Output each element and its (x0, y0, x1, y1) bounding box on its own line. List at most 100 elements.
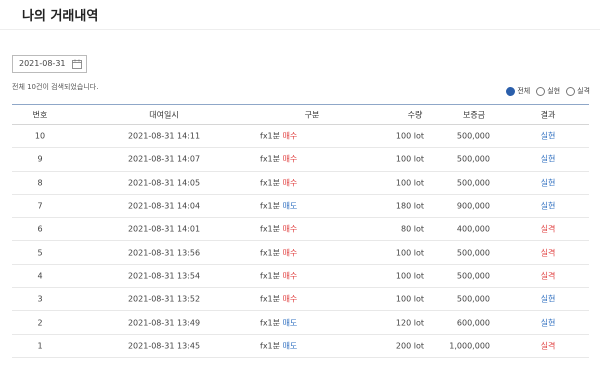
cell-no: 9 (37, 154, 43, 164)
cell-type: fx1분 매도 (260, 340, 297, 351)
filter-option[interactable]: 전체 (506, 86, 530, 96)
cell-margin: 500,000 (456, 154, 490, 164)
cell-qty: 100 lot (395, 271, 424, 281)
cell-date: 2021-08-31 14:01 (127, 224, 201, 234)
cell-type: fx1분 매수 (260, 294, 297, 305)
header-result: 결과 (540, 110, 556, 119)
header-no: 번호 (32, 110, 48, 119)
cell-product: fx1분 (260, 294, 281, 304)
trade-table: 번호 대여일시 구분 수량 보증금 결과 10 2021-08-31 14:11 f… (12, 104, 589, 358)
cell-date: 2021-08-31 13:45 (127, 341, 201, 351)
cell-margin: 900,000 (456, 201, 490, 211)
filter-option[interactable]: 실현 (536, 86, 560, 96)
cell-qty: 180 lot (395, 201, 424, 211)
radio-button[interactable] (536, 86, 546, 96)
cell-side: 매수 (282, 154, 298, 164)
cell-date: 2021-08-31 14:07 (127, 154, 201, 164)
cell-type: fx1분 매도 (260, 317, 297, 328)
filter-option[interactable]: 실격 (566, 86, 590, 96)
date-picker-input[interactable]: 2021-08-31 (12, 55, 87, 73)
cell-qty: 100 lot (395, 294, 424, 304)
cell-result: 실현 (540, 294, 556, 304)
cell-side: 매수 (282, 294, 298, 304)
cell-date: 2021-08-31 14:04 (127, 201, 201, 211)
table-row: 7 2021-08-31 14:04 fx1분 매도 180 lot 900,000 실현 (12, 195, 589, 219)
cell-no: 2 (37, 318, 43, 328)
table-header-row: 번호 대여일시 구분 수량 보증금 결과 (12, 105, 589, 125)
table-row: 2 2021-08-31 13:49 fx1분 매도 120 lot 600,000 실현 (12, 311, 589, 335)
header-margin: 보증금 (462, 110, 486, 119)
cell-no: 4 (37, 271, 43, 281)
cell-product: fx1분 (260, 271, 281, 281)
cell-margin: 500,000 (456, 131, 490, 141)
title-divider (0, 29, 600, 30)
filter-label: 실격 (577, 87, 590, 95)
cell-result: 실현 (540, 131, 556, 141)
table-row: 4 2021-08-31 13:54 fx1분 매수 100 lot 500,000 실격 (12, 265, 589, 289)
cell-product: fx1분 (260, 248, 281, 258)
cell-result: 실격 (540, 271, 556, 281)
cell-no: 6 (37, 224, 43, 234)
cell-side: 매도 (282, 318, 298, 328)
cell-margin: 1,000,000 (449, 341, 490, 351)
cell-margin: 400,000 (456, 224, 490, 234)
cell-type: fx1분 매수 (260, 177, 297, 188)
cell-qty: 100 lot (395, 131, 424, 141)
cell-result: 실격 (540, 224, 556, 234)
table-row: 3 2021-08-31 13:52 fx1분 매수 100 lot 500,000 실현 (12, 288, 589, 312)
cell-qty: 120 lot (395, 318, 424, 328)
table-row: 5 2021-08-31 13:56 fx1분 매수 100 lot 500,000 실격 (12, 241, 589, 265)
cell-result: 실격 (540, 248, 556, 258)
cell-type: fx1분 매도 (260, 201, 297, 212)
cell-result: 실현 (540, 154, 556, 164)
cell-date: 2021-08-31 13:56 (127, 248, 201, 258)
cell-result: 실현 (540, 318, 556, 328)
radio-button[interactable] (506, 86, 516, 96)
cell-product: fx1분 (260, 318, 281, 328)
cell-margin: 500,000 (456, 271, 490, 281)
cell-margin: 500,000 (456, 294, 490, 304)
table-body: 10 2021-08-31 14:11 fx1분 매수 100 lot 500,000 실… (12, 125, 589, 358)
cell-product: fx1분 (260, 341, 281, 351)
cell-type: fx1분 매수 (260, 247, 297, 258)
filter-label: 실현 (547, 87, 561, 95)
cell-date: 2021-08-31 14:05 (127, 178, 201, 188)
date-value: 2021-08-31 (19, 59, 66, 68)
cell-side: 매수 (282, 131, 298, 141)
calendar-icon[interactable] (72, 59, 82, 69)
cell-qty: 100 lot (395, 178, 424, 188)
result-filter-group: 전체 실현 실격 (506, 86, 590, 96)
cell-margin: 500,000 (456, 178, 490, 188)
cell-margin: 600,000 (456, 318, 490, 328)
cell-date: 2021-08-31 13:49 (127, 318, 201, 328)
cell-qty: 80 lot (401, 224, 424, 234)
table-row: 6 2021-08-31 14:01 fx1분 매수 80 lot 400,000 실격 (12, 218, 589, 242)
cell-product: fx1분 (260, 178, 281, 188)
cell-no: 5 (37, 248, 43, 258)
table-row: 9 2021-08-31 14:07 fx1분 매수 100 lot 500,000 실현 (12, 148, 589, 172)
cell-product: fx1분 (260, 224, 281, 234)
radio-button[interactable] (566, 86, 576, 96)
filter-label: 전체 (517, 87, 531, 95)
trade-history-page: 나의 거래내역 2021-08-31 전체 10건이 검색되었습니다. 전체 실현… (0, 0, 600, 369)
cell-no: 1 (37, 341, 43, 351)
cell-side: 매수 (282, 224, 298, 234)
cell-qty: 200 lot (395, 341, 424, 351)
cell-no: 8 (37, 178, 43, 188)
table-row: 10 2021-08-31 14:11 fx1분 매수 100 lot 500,000 실… (12, 125, 589, 149)
cell-margin: 500,000 (456, 248, 490, 258)
cell-side: 매수 (282, 271, 298, 281)
cell-side: 매도 (282, 201, 298, 211)
header-type: 구분 (304, 110, 320, 119)
cell-side: 매수 (282, 248, 298, 258)
cell-side: 매도 (282, 341, 298, 351)
table-row: 1 2021-08-31 13:45 fx1분 매도 200 lot 1,000,000… (12, 335, 589, 358)
cell-no: 10 (34, 131, 46, 141)
page-title: 나의 거래내역 (22, 9, 99, 24)
cell-no: 3 (37, 294, 43, 304)
cell-product: fx1분 (260, 131, 281, 141)
cell-qty: 100 lot (395, 154, 424, 164)
result-count: 전체 10건이 검색되었습니다. (12, 83, 99, 91)
cell-result: 실격 (540, 341, 556, 351)
table-row: 8 2021-08-31 14:05 fx1분 매수 100 lot 500,000 실현 (12, 172, 589, 195)
